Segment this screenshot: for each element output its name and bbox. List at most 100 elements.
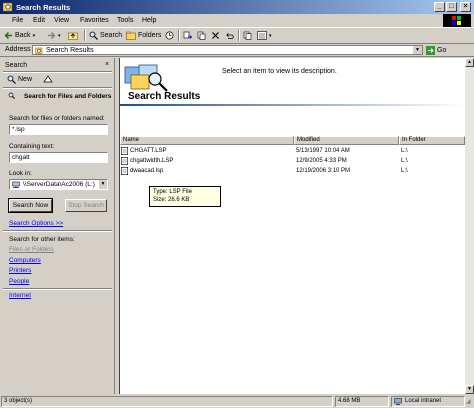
divider bbox=[3, 87, 112, 89]
vertical-scrollbar[interactable]: ▲ ▼ bbox=[465, 58, 474, 394]
file-folder: L:\ bbox=[401, 168, 408, 174]
back-button[interactable]: Back ▾ bbox=[4, 30, 35, 41]
results-pane: Select an item to view its description. … bbox=[119, 58, 466, 394]
file-name: chgattwidth.LSP bbox=[130, 158, 174, 164]
tooltip-size: Size: 26.6 KB bbox=[153, 197, 190, 203]
stop-search-button[interactable]: Stop Search bbox=[65, 199, 107, 212]
pane-splitter[interactable] bbox=[115, 58, 118, 394]
history-icon bbox=[165, 31, 174, 40]
search-banner-icon bbox=[124, 64, 168, 92]
other-item-computers[interactable]: Computers bbox=[9, 257, 41, 264]
standard-toolbar: Back ▾ ▾ Search Folders ▾ bbox=[0, 28, 474, 44]
search-button[interactable]: Search bbox=[89, 30, 122, 41]
named-label: Search for files or folders named: bbox=[9, 115, 105, 122]
menu-tools[interactable]: Tools bbox=[117, 17, 133, 24]
status-object-count: 3 object(s) bbox=[1, 396, 333, 407]
delete-button[interactable] bbox=[211, 30, 220, 41]
maximize-button[interactable]: □ bbox=[446, 2, 457, 12]
containing-text-input[interactable]: chgatt bbox=[9, 152, 108, 163]
toolbar-separator bbox=[84, 30, 86, 41]
folders-button[interactable]: Folders bbox=[126, 30, 161, 41]
search-pane: Search × New Search for Files and Folder… bbox=[0, 58, 115, 394]
other-item-printers[interactable]: Printers bbox=[9, 267, 31, 274]
column-header-modified[interactable]: Modified bbox=[294, 136, 399, 145]
search-icon bbox=[89, 31, 98, 40]
named-input[interactable]: *.lsp bbox=[9, 124, 108, 135]
table-row[interactable]: dwaacad.lsp 12/19/2006 3:10 PM L:\ bbox=[120, 167, 460, 176]
look-in-select[interactable]: \\ServerData\Ac2006 (L:) ▼ bbox=[9, 179, 108, 190]
scroll-up-button[interactable]: ▲ bbox=[465, 58, 474, 67]
close-search-pane-icon[interactable]: × bbox=[105, 61, 109, 68]
column-header-in-folder[interactable]: In Folder bbox=[399, 136, 465, 145]
views-icon bbox=[257, 31, 267, 40]
divider bbox=[3, 288, 112, 290]
copy-button[interactable] bbox=[243, 30, 252, 41]
back-arrow-icon bbox=[4, 32, 12, 39]
up-folder-icon bbox=[68, 32, 78, 40]
undo-icon bbox=[226, 33, 234, 39]
copy-to-icon bbox=[197, 31, 206, 40]
new-search-label: New bbox=[18, 76, 33, 83]
file-name: dwaacad.lsp bbox=[130, 168, 164, 174]
address-bar: Address Search Results ▼ Go bbox=[0, 44, 474, 57]
address-label: Address bbox=[5, 46, 31, 53]
file-name: CHGATT.LSP bbox=[130, 148, 167, 154]
search-results-icon bbox=[35, 47, 43, 54]
intranet-zone-icon bbox=[394, 398, 402, 405]
search-options-link[interactable]: Search Options >> bbox=[9, 220, 63, 227]
toolbar-separator bbox=[238, 30, 240, 41]
look-in-value: \\ServerData\Ac2006 (L:) bbox=[23, 181, 95, 188]
table-row[interactable]: chgattwidth.LSP 12/9/2005 4:33 PM L:\ bbox=[120, 157, 460, 166]
move-to-button[interactable] bbox=[183, 30, 192, 41]
forward-button[interactable]: ▾ bbox=[47, 30, 61, 41]
resize-grip-icon[interactable]: ◢ bbox=[466, 399, 473, 406]
views-button[interactable]: ▾ bbox=[257, 30, 272, 41]
close-button[interactable]: × bbox=[460, 2, 471, 12]
search-pane-title: Search bbox=[5, 62, 28, 69]
go-button[interactable]: Go bbox=[426, 45, 446, 55]
search-files-icon bbox=[8, 92, 15, 99]
look-in-dropdown-button[interactable]: ▼ bbox=[99, 180, 107, 189]
column-header-name[interactable]: Name bbox=[120, 136, 294, 145]
folders-icon bbox=[126, 31, 136, 40]
other-item-files-or-folders[interactable]: Files or Folders bbox=[9, 246, 54, 253]
minimize-button[interactable]: _ bbox=[434, 2, 445, 12]
internet-link[interactable]: Internet bbox=[9, 292, 31, 299]
menu-favorites[interactable]: Favorites bbox=[80, 17, 109, 24]
search-heading: Search for Files and Folders bbox=[24, 93, 112, 100]
toolbar-separator bbox=[178, 30, 180, 41]
search-now-button[interactable]: Search Now bbox=[8, 198, 53, 213]
menu-file[interactable]: File bbox=[12, 17, 23, 24]
address-field[interactable]: Search Results ▼ bbox=[32, 45, 423, 55]
up-folder-button[interactable] bbox=[68, 30, 78, 41]
undo-button[interactable] bbox=[225, 30, 234, 41]
new-search-button[interactable]: New bbox=[7, 75, 32, 84]
status-size: 4.68 MB bbox=[335, 396, 389, 407]
search-companion-button[interactable] bbox=[43, 75, 53, 86]
divider bbox=[3, 230, 112, 232]
description-prompt: Select an item to view its description. bbox=[222, 68, 337, 75]
table-row[interactable]: CHGATT.LSP 5/13/1997 10:04 AM L:\ bbox=[120, 147, 460, 156]
other-item-people[interactable]: People bbox=[9, 278, 29, 285]
go-label: Go bbox=[437, 46, 447, 54]
folders-label: Folders bbox=[138, 32, 162, 39]
file-folder: L:\ bbox=[401, 148, 408, 154]
menu-help[interactable]: Help bbox=[142, 17, 156, 24]
title-bar[interactable]: Search Results _ □ × bbox=[0, 0, 474, 14]
other-items-label: Search for other items: bbox=[9, 236, 75, 243]
containing-text-label: Containing text: bbox=[9, 143, 55, 150]
file-modified: 12/9/2005 4:33 PM bbox=[296, 158, 347, 164]
scroll-down-button[interactable]: ▼ bbox=[465, 385, 474, 394]
menu-view[interactable]: View bbox=[54, 17, 69, 24]
network-drive-icon bbox=[12, 181, 20, 188]
lsp-file-icon bbox=[121, 147, 128, 155]
look-in-label: Look in: bbox=[9, 170, 32, 177]
address-dropdown-button[interactable]: ▼ bbox=[413, 46, 422, 54]
copy-icon bbox=[243, 31, 252, 40]
banner-underline bbox=[120, 104, 465, 106]
history-button[interactable] bbox=[165, 30, 174, 41]
menu-edit[interactable]: Edit bbox=[33, 17, 45, 24]
status-zone: Local intranet bbox=[391, 396, 465, 407]
copy-to-button[interactable] bbox=[197, 30, 206, 41]
divider bbox=[3, 71, 112, 73]
